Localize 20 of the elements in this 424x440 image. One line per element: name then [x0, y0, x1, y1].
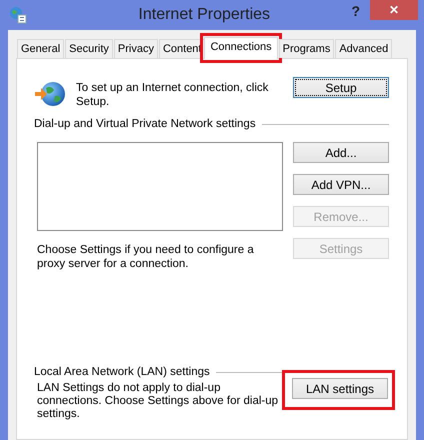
- group-title: Dial-up and Virtual Private Network settings: [34, 118, 256, 130]
- connections-list[interactable]: [37, 142, 283, 231]
- close-button[interactable]: ✕: [370, 0, 418, 20]
- group-title: Local Area Network (LAN) settings: [34, 366, 210, 378]
- setup-button[interactable]: Setup: [293, 77, 389, 98]
- tab[interactable]: General: [17, 39, 64, 58]
- lan-settings-button[interactable]: LAN settings: [292, 378, 388, 399]
- help-button[interactable]: ?: [341, 3, 370, 19]
- lan-instructions: LAN Settings do not apply to dial-up connections. Choose Settings above for dial-up settings.: [37, 382, 280, 421]
- tab[interactable]: Content: [158, 39, 206, 58]
- setup-instructions: To set up an Internet connection, click Setup.: [76, 81, 270, 109]
- tab[interactable]: Security: [65, 39, 113, 58]
- tab[interactable]: Advanced: [335, 39, 392, 58]
- add-vpn-button[interactable]: Add VPN...: [293, 174, 389, 195]
- window-title: Internet Properties: [137, 6, 272, 24]
- globe-icon: [9, 6, 27, 24]
- add-button[interactable]: Add...: [293, 142, 389, 163]
- proxy-instructions: Choose Settings if you need to configure a proxy server for a connection.: [37, 243, 255, 271]
- tab[interactable]: Programs: [278, 39, 334, 58]
- tab[interactable]: Privacy: [114, 39, 158, 58]
